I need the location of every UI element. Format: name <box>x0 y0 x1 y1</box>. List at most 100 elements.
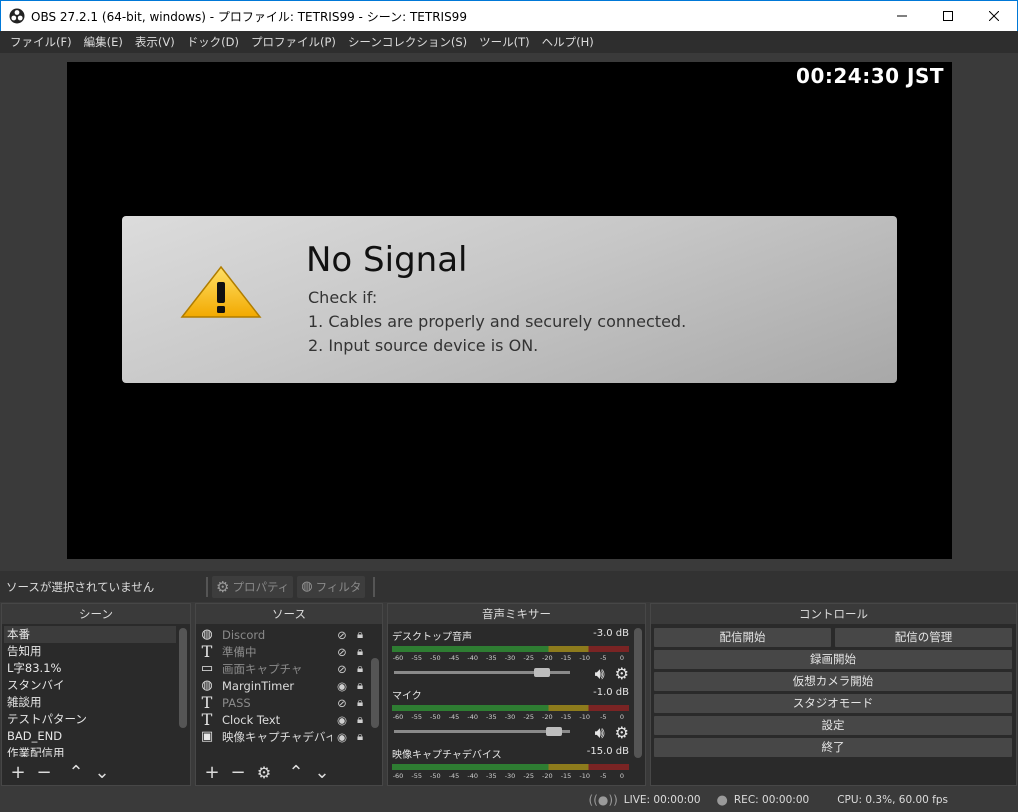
volume-slider[interactable]: 🔊︎ ⚙ <box>392 664 629 683</box>
channel-db: -3.0 dB <box>593 628 629 639</box>
volume-slider[interactable]: 🔊︎ ⚙ <box>392 723 629 742</box>
scene-item[interactable]: 本番 <box>4 626 176 643</box>
remove-scene-button[interactable]: − <box>34 763 54 783</box>
lock-icon[interactable]: 🔒︎ <box>352 661 368 676</box>
eye-hidden-icon[interactable]: ⊘ <box>332 645 352 659</box>
scenes-scrollbar[interactable] <box>179 628 187 728</box>
meter-tick-label: -50 <box>430 772 441 780</box>
source-item[interactable]: ▣ 映像キャプチャデバイス ◉ 🔒︎ <box>198 728 368 745</box>
clock-overlay: 00:24:30 JST <box>796 64 944 88</box>
meter-tick-label: -60 <box>392 654 404 662</box>
sources-scrollbar[interactable] <box>371 658 379 728</box>
lock-icon[interactable]: 🔒︎ <box>352 627 368 642</box>
channel-name: 映像キャプチャデバイス <box>392 750 502 761</box>
chevron-up-icon[interactable]: ⌃ <box>286 763 306 783</box>
gear-icon[interactable]: ⚙ <box>615 723 629 743</box>
lock-icon[interactable]: 🔒︎ <box>352 644 368 659</box>
properties-label: プロパティ <box>232 579 290 594</box>
meter-tick-label: -30 <box>504 772 516 780</box>
maximize-button[interactable] <box>925 1 971 31</box>
scene-item[interactable]: スタンバイ <box>4 677 176 694</box>
meter-tick-label: -45 <box>448 713 460 721</box>
gear-icon[interactable]: ⚙ <box>615 664 629 684</box>
source-name: 映像キャプチャデバイス <box>222 729 332 744</box>
lock-icon[interactable]: 🔒︎ <box>352 729 368 744</box>
chevron-down-icon[interactable]: ⌄ <box>92 763 112 783</box>
channel-name: デスクトップ音声 <box>392 632 472 643</box>
add-scene-button[interactable]: + <box>8 763 28 783</box>
close-button[interactable] <box>971 1 1017 31</box>
menu-view[interactable]: 表示(V) <box>129 34 181 50</box>
source-properties-gear-icon[interactable]: ⚙ <box>254 763 274 783</box>
menu-scene-collection[interactable]: シーンコレクション(S) <box>342 34 473 50</box>
meter-tick-label: -40 <box>467 713 478 721</box>
slider-handle[interactable] <box>534 668 550 677</box>
eye-hidden-icon[interactable]: ⊘ <box>332 662 352 676</box>
exit-button[interactable]: 終了 <box>654 738 1012 757</box>
menu-docks[interactable]: ドック(D) <box>181 34 245 50</box>
eye-hidden-icon[interactable]: ⊘ <box>332 628 352 642</box>
scene-item[interactable]: 雑談用 <box>4 694 176 711</box>
lock-icon[interactable]: 🔒︎ <box>352 695 368 710</box>
start-virtual-camera-button[interactable]: 仮想カメラ開始 <box>654 672 1012 691</box>
broadcast-icon: ((●)) <box>588 793 618 807</box>
menu-edit[interactable]: 編集(E) <box>78 34 129 50</box>
speaker-icon[interactable]: 🔊︎ <box>595 664 605 684</box>
globe-icon: ◍ <box>201 678 213 693</box>
menu-file[interactable]: ファイル(F) <box>4 34 78 50</box>
filters-button[interactable]: ◍ フィルタ <box>297 575 366 598</box>
source-item[interactable]: ◍ Discord ⊘ 🔒︎ <box>198 626 368 643</box>
lock-icon[interactable]: 🔒︎ <box>352 678 368 693</box>
chevron-up-icon[interactable]: ⌃ <box>66 763 86 783</box>
meter-tick-label: -10 <box>579 713 590 721</box>
eye-icon[interactable]: ◉ <box>332 730 352 744</box>
scenes-footer: + − ⌃ ⌄ <box>2 761 190 785</box>
meter-tick-label: -50 <box>430 654 441 662</box>
warning-icon <box>180 265 262 318</box>
globe-icon: ◍ <box>201 627 213 642</box>
eye-icon[interactable]: ◉ <box>332 713 352 727</box>
menu-profile[interactable]: プロファイル(P) <box>245 34 342 50</box>
preview-canvas[interactable]: 00:24:30 JST No Signal Check if: 1. Cabl… <box>67 62 952 559</box>
source-item[interactable]: ▭ 画面キャプチャ ⊘ 🔒︎ <box>198 660 368 677</box>
meter-tick-label: -10 <box>579 654 590 662</box>
source-toolbar: ソースが選択されていません ⚙ プロパティ ◍ フィルタ <box>0 571 1018 602</box>
source-item[interactable]: T PASS ⊘ 🔒︎ <box>198 693 368 712</box>
properties-button[interactable]: ⚙ プロパティ <box>212 575 294 598</box>
scene-item[interactable]: L字83.1% <box>4 660 176 677</box>
lock-icon[interactable]: 🔒︎ <box>352 712 368 727</box>
controls-dock: コントロール 配信開始 配信の管理 録画開始 仮想カメラ開始 スタジオモード 設… <box>650 603 1017 786</box>
remove-source-button[interactable]: − <box>228 763 248 783</box>
start-recording-button[interactable]: 録画開始 <box>654 650 1012 669</box>
settings-button[interactable]: 設定 <box>654 716 1012 735</box>
scene-item[interactable]: 告知用 <box>4 643 176 660</box>
meter-tick-label: -20 <box>542 713 553 721</box>
menu-help[interactable]: ヘルプ(H) <box>536 34 600 50</box>
source-item[interactable]: ◍ MarginTimer ◉ 🔒︎ <box>198 677 368 694</box>
text-icon: T <box>201 710 213 729</box>
manage-broadcast-button[interactable]: 配信の管理 <box>835 628 1012 647</box>
start-streaming-button[interactable]: 配信開始 <box>654 628 831 647</box>
rec-timer: REC: 00:00:00 <box>733 794 810 806</box>
source-item[interactable]: T Clock Text ◉ 🔒︎ <box>198 710 368 729</box>
scene-item[interactable]: テストパターン <box>4 711 176 728</box>
no-source-selected-label: ソースが選択されていません <box>6 579 155 594</box>
scene-item[interactable]: BAD_END <box>4 728 176 745</box>
menu-tools[interactable]: ツール(T) <box>473 34 536 50</box>
source-item[interactable]: T 準備中 ⊘ 🔒︎ <box>198 642 368 661</box>
minimize-button[interactable] <box>879 1 925 31</box>
studio-mode-button[interactable]: スタジオモード <box>654 694 1012 713</box>
scene-item[interactable]: 作業配信用 <box>4 745 176 757</box>
eye-hidden-icon[interactable]: ⊘ <box>332 696 352 710</box>
add-source-button[interactable]: + <box>202 763 222 783</box>
slider-handle[interactable] <box>546 727 562 736</box>
speaker-icon[interactable]: 🔊︎ <box>595 723 605 743</box>
meter-tick-label: -30 <box>504 713 516 721</box>
meter-tick-label: -35 <box>486 654 497 662</box>
meter-tick-label: -60 <box>392 713 404 721</box>
menu-bar: ファイル(F) 編集(E) 表示(V) ドック(D) プロファイル(P) シーン… <box>0 31 1018 53</box>
mixer-scrollbar[interactable] <box>634 628 642 758</box>
eye-icon[interactable]: ◉ <box>332 679 352 693</box>
chevron-down-icon[interactable]: ⌄ <box>312 763 332 783</box>
meter-tick-label: -45 <box>448 772 460 780</box>
